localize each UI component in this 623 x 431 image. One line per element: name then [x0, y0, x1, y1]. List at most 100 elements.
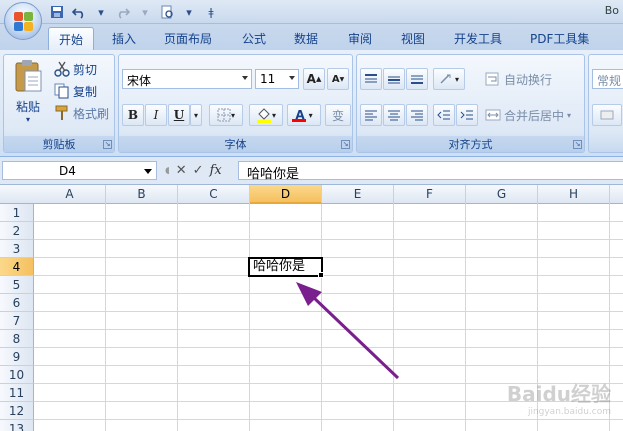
- bold-button[interactable]: B: [122, 104, 144, 126]
- undo-dropdown-icon[interactable]: ▾: [92, 4, 110, 20]
- tab-formulas[interactable]: 公式: [232, 27, 276, 50]
- align-middle-button[interactable]: [383, 68, 405, 90]
- row-header-5[interactable]: 5: [0, 276, 34, 294]
- print-preview-icon[interactable]: [158, 4, 176, 20]
- orientation-button[interactable]: ▾: [433, 68, 465, 90]
- redo-dropdown-icon[interactable]: ▾: [136, 4, 154, 20]
- row-header-8[interactable]: 8: [0, 330, 34, 348]
- shrink-font-button[interactable]: A ▼: [327, 68, 349, 90]
- decrease-indent-icon: [437, 110, 450, 120]
- tab-insert[interactable]: 插入: [102, 27, 146, 50]
- font-name-select[interactable]: 宋体: [122, 69, 252, 89]
- fill-handle[interactable]: [318, 272, 324, 278]
- undo-icon[interactable]: [70, 4, 88, 20]
- grid-line: [34, 365, 623, 366]
- column-header-h[interactable]: H: [538, 185, 610, 204]
- phonetic-guide-button[interactable]: 变: [325, 104, 351, 126]
- tab-review[interactable]: 审阅: [338, 27, 382, 50]
- row-header-1[interactable]: 1: [0, 204, 34, 222]
- column-header-i[interactable]: [610, 185, 623, 204]
- tab-pdf-tools[interactable]: PDF工具集: [520, 27, 599, 50]
- row-header-3[interactable]: 3: [0, 240, 34, 258]
- cancel-icon[interactable]: ✕: [176, 163, 187, 178]
- align-right-icon: [411, 110, 423, 121]
- qat-dropdown-icon[interactable]: ▾: [180, 4, 198, 20]
- alignment-dialog-launcher-icon[interactable]: ↘: [573, 140, 582, 149]
- decrease-indent-button[interactable]: [433, 104, 455, 126]
- cut-button[interactable]: 剪切: [54, 59, 97, 79]
- shrink-font-label: A: [331, 73, 340, 85]
- customize-qat-icon[interactable]: ǂ: [202, 4, 220, 20]
- increase-indent-button[interactable]: [456, 104, 478, 126]
- tab-page-layout[interactable]: 页面布局: [154, 27, 222, 50]
- underline-button[interactable]: U: [168, 104, 190, 126]
- tab-developer[interactable]: 开发工具: [444, 27, 512, 50]
- grow-font-button[interactable]: A ▲: [303, 68, 325, 90]
- row-header-6[interactable]: 6: [0, 294, 34, 312]
- office-button[interactable]: [4, 2, 42, 40]
- row-header-11[interactable]: 11: [0, 384, 34, 402]
- formula-input[interactable]: 哈哈你是: [238, 161, 623, 182]
- wrap-text-button[interactable]: 自动换行: [485, 69, 552, 89]
- paste-dropdown-icon: ▾: [25, 115, 30, 124]
- tab-home[interactable]: 开始: [48, 27, 95, 50]
- active-cell-d4[interactable]: 哈哈你是: [248, 257, 323, 277]
- align-center-button[interactable]: [383, 104, 405, 126]
- redo-icon[interactable]: [114, 4, 132, 20]
- align-top-button[interactable]: [360, 68, 382, 90]
- tab-data[interactable]: 数据: [284, 27, 328, 50]
- fill-color-button[interactable]: ▾: [249, 104, 283, 126]
- font-dialog-launcher-icon[interactable]: ↘: [341, 140, 350, 149]
- row-header-2[interactable]: 2: [0, 222, 34, 240]
- clipboard-dialog-launcher-icon[interactable]: ↘: [103, 140, 112, 149]
- row-headers: 1 2 3 4 5 6 7 8 9 10 11 12 13: [0, 204, 34, 431]
- save-icon[interactable]: [48, 4, 66, 20]
- chevron-down-icon: ▾: [230, 110, 235, 120]
- grid-line: [34, 221, 623, 222]
- font-size-select[interactable]: 11: [255, 69, 299, 89]
- row-header-7[interactable]: 7: [0, 312, 34, 330]
- paste-label: 粘贴: [15, 100, 40, 114]
- copy-label: 复制: [73, 84, 98, 99]
- column-header-b[interactable]: B: [106, 185, 178, 204]
- column-header-d[interactable]: D: [250, 185, 322, 204]
- column-header-g[interactable]: G: [466, 185, 538, 204]
- tab-view[interactable]: 视图: [391, 27, 435, 50]
- align-bottom-button[interactable]: [406, 68, 428, 90]
- chevron-down-icon: [144, 169, 152, 174]
- align-top-icon: [365, 74, 377, 83]
- align-left-button[interactable]: [360, 104, 382, 126]
- name-box-value: D4: [59, 164, 76, 178]
- column-header-f[interactable]: F: [394, 185, 466, 204]
- name-box[interactable]: D4: [2, 161, 157, 180]
- resize-handle-icon[interactable]: ◖: [165, 166, 170, 176]
- enter-check-icon[interactable]: ✓: [193, 163, 204, 178]
- number-group: 常规: [588, 54, 623, 153]
- underline-dropdown-icon[interactable]: ▾: [190, 104, 202, 126]
- row-header-10[interactable]: 10: [0, 366, 34, 384]
- borders-button[interactable]: ▾: [209, 104, 243, 126]
- copy-button[interactable]: 复制: [54, 81, 97, 101]
- accounting-format-button[interactable]: [592, 104, 622, 126]
- column-header-a[interactable]: A: [34, 185, 106, 204]
- merge-center-button[interactable]: 合并后居中 ▾: [485, 105, 571, 125]
- copy-icon: [54, 83, 70, 99]
- row-header-13[interactable]: 13: [0, 420, 34, 431]
- row-header-12[interactable]: 12: [0, 402, 34, 420]
- caret-down-icon: ▼: [339, 75, 345, 83]
- number-format-select[interactable]: 常规: [592, 69, 623, 89]
- format-painter-icon: [54, 105, 70, 121]
- insert-function-button[interactable]: fx: [210, 163, 222, 178]
- format-painter-button[interactable]: 格式刷: [54, 103, 109, 123]
- paste-button[interactable]: 粘贴 ▾: [8, 59, 48, 133]
- row-header-9[interactable]: 9: [0, 348, 34, 366]
- italic-button[interactable]: I: [145, 104, 167, 126]
- font-color-button[interactable]: A ▾: [287, 104, 321, 126]
- increase-indent-icon: [460, 110, 473, 120]
- align-right-button[interactable]: [406, 104, 428, 126]
- clipboard-group-label: 剪贴板: [4, 136, 114, 152]
- watermark: Baidu经验 jingyan.baidu.com: [507, 378, 611, 417]
- row-header-4[interactable]: 4: [0, 258, 34, 276]
- column-header-c[interactable]: C: [178, 185, 250, 204]
- column-header-e[interactable]: E: [322, 185, 394, 204]
